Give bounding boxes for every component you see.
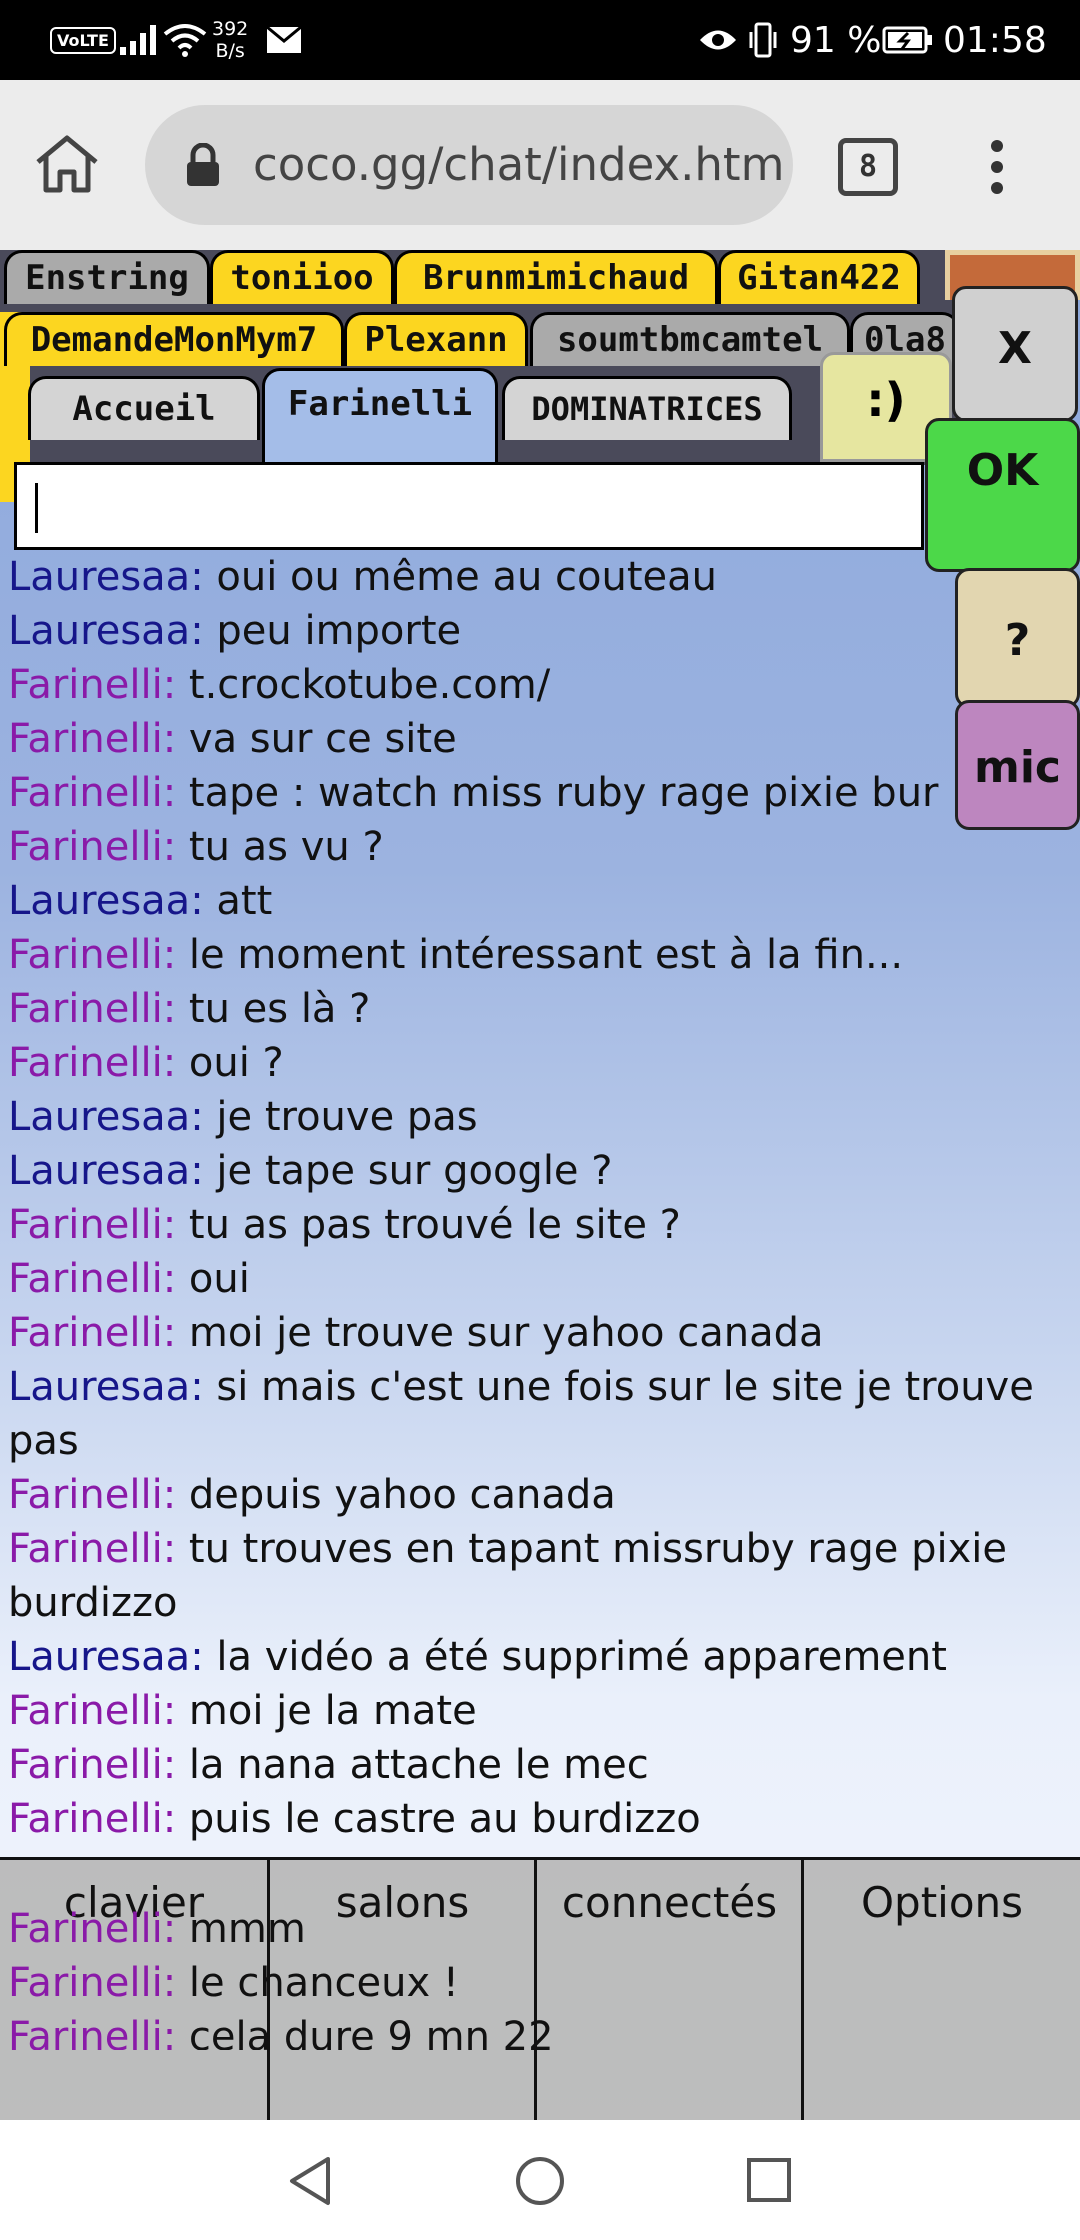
message-input[interactable]	[14, 462, 924, 550]
vibrate-icon	[746, 0, 780, 80]
chat-message: Farinelli: oui	[8, 1256, 250, 1302]
net-speed: 392 B/s	[212, 18, 249, 62]
chat-message: Farinelli: tu as pas trouvé le site ?	[8, 1202, 681, 1248]
tab-demandemonmym7[interactable]: DemandeMonMym7	[4, 312, 344, 366]
chat-message: Farinelli: oui ?	[8, 1040, 284, 1086]
home-icon[interactable]	[32, 132, 112, 202]
system-nav-bar	[0, 2120, 1080, 2240]
tab-gitan422[interactable]: Gitan422	[718, 250, 920, 304]
chat-message: Farinelli: tape : watch miss ruby rage p…	[8, 770, 939, 816]
more-menu-icon[interactable]	[982, 135, 1012, 195]
eye-icon	[698, 0, 738, 80]
chat-message: Farinelli: t.crockotube.com/	[8, 662, 551, 708]
ok-button[interactable]: OK	[925, 418, 1080, 572]
tab-plexann[interactable]: Plexann	[344, 312, 528, 366]
chat-message: Farinelli: moi je trouve sur yahoo canad…	[8, 1310, 824, 1356]
chat-message: Farinelli: la nana attache le mec	[8, 1742, 649, 1788]
tab-soumtbmcamtel[interactable]: soumtbmcamtel	[530, 312, 850, 366]
home-nav-icon[interactable]	[514, 2155, 566, 2211]
back-icon[interactable]	[286, 2155, 334, 2211]
chat-area: Enstring toniioo Brunmimichaud Gitan422 …	[0, 250, 1080, 2120]
tab-accueil[interactable]: Accueil	[28, 376, 260, 440]
chat-message: Lauresaa: peu importe	[8, 608, 462, 654]
chat-message: Farinelli: mmm	[8, 1906, 306, 1952]
chat-message: Lauresaa: la vidéo a été supprimé appare…	[8, 1634, 947, 1680]
chat-message: Lauresaa: je tape sur google ?	[8, 1148, 613, 1194]
chat-message: Farinelli: puis le castre au burdizzo	[8, 1796, 701, 1842]
browser-toolbar: coco.gg/chat/index.htm 8	[0, 80, 1080, 250]
chat-message: Farinelli: moi je la mate	[8, 1688, 477, 1734]
chat-message: Lauresaa: att	[8, 878, 273, 924]
tab-dominatrices[interactable]: DOMINATRICES	[502, 376, 792, 440]
clock: 01:58	[943, 19, 1047, 61]
chat-message: Farinelli: le chanceux !	[8, 1960, 459, 2006]
mail-icon	[266, 0, 302, 80]
chat-message: Farinelli: depuis yahoo canada	[8, 1472, 616, 1518]
tab-brunmimichaud[interactable]: Brunmimichaud	[394, 250, 718, 304]
chat-message: Lauresaa: oui ou même au couteau	[8, 554, 717, 600]
chat-message: Lauresaa: si mais c'est une fois sur le …	[8, 1364, 1034, 1464]
close-button[interactable]: X	[952, 286, 1078, 422]
url-text: coco.gg/chat/index.htm	[253, 138, 785, 191]
text-caret	[35, 483, 38, 533]
chat-message: Farinelli: va sur ce site	[8, 716, 457, 762]
volte-indicator: VoLTE	[50, 26, 116, 54]
battery-icon	[882, 0, 934, 80]
overflow-messages: Farinelli: mmm Farinelli: le chanceux ! …	[8, 1902, 1048, 2050]
signal-icon	[118, 0, 158, 80]
recents-icon[interactable]	[746, 2157, 792, 2207]
status-bar: VoLTE 392 B/s 91 % 01:58	[0, 0, 1080, 80]
chat-message: Farinelli: tu as vu ?	[8, 824, 384, 870]
battery-percent: 91 %	[790, 19, 882, 61]
tab-toniioo[interactable]: toniioo	[210, 250, 394, 304]
chat-message: Lauresaa: je trouve pas	[8, 1094, 478, 1140]
chat-message: Farinelli: tu es là ?	[8, 986, 371, 1032]
tab-farinelli[interactable]: Farinelli	[262, 368, 498, 464]
lock-icon	[185, 142, 221, 191]
tab-enstring[interactable]: Enstring	[4, 250, 210, 304]
address-bar[interactable]: coco.gg/chat/index.htm	[145, 105, 793, 225]
tab-switcher-button[interactable]: 8	[838, 138, 898, 196]
chat-message: Farinelli: cela dure 9 mn 22	[8, 2014, 554, 2050]
chat-message: Farinelli: le moment intéressant est à l…	[8, 932, 904, 978]
chat-message: Farinelli: tu trouves en tapant missruby…	[8, 1526, 1007, 1626]
message-list: Lauresaa: oui ou même au couteau Lauresa…	[8, 550, 1048, 1846]
wifi-icon	[163, 0, 207, 80]
